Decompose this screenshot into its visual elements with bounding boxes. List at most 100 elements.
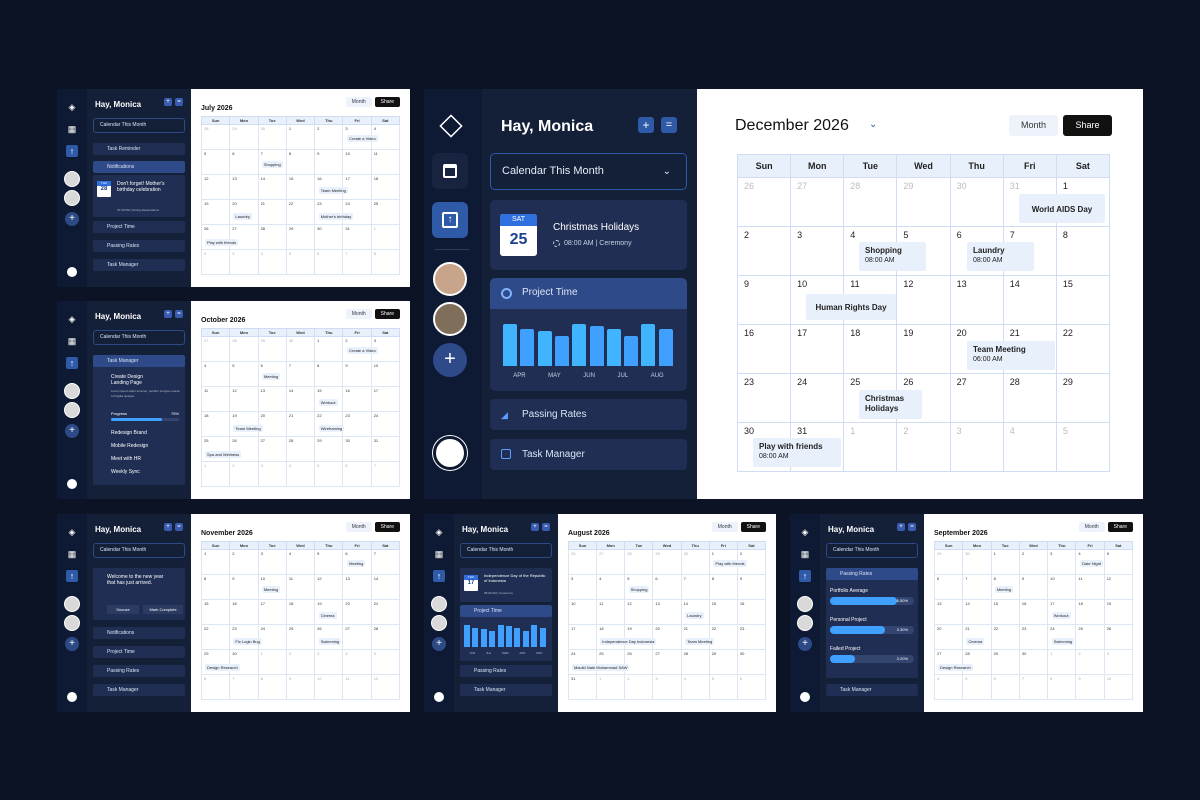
day-cell[interactable]: 20 xyxy=(652,624,682,650)
day-cell[interactable]: 2 xyxy=(314,124,344,150)
day-cell[interactable]: 8 xyxy=(1055,226,1111,276)
avatar[interactable] xyxy=(431,615,447,631)
share-button[interactable]: Share xyxy=(1063,115,1112,136)
day-cell[interactable]: 7 xyxy=(370,461,401,487)
day-cell[interactable]: 5 xyxy=(1055,422,1111,472)
day-cell[interactable]: 22 xyxy=(990,624,1020,650)
add-button[interactable]: + xyxy=(638,117,654,133)
day-cell[interactable]: 3 xyxy=(1103,649,1134,675)
day-cell[interactable]: 4 xyxy=(285,461,316,487)
day-cell[interactable]: 27 xyxy=(257,436,287,462)
day-cell[interactable]: 6 xyxy=(990,674,1020,700)
add-button[interactable]: + xyxy=(164,98,172,106)
day-cell[interactable]: 10 xyxy=(370,361,401,387)
event-chip[interactable]: Create a Video xyxy=(347,135,378,142)
day-cell[interactable]: 6 xyxy=(229,149,259,175)
day-cell[interactable]: 5 xyxy=(314,461,344,487)
day-cell[interactable]: 14 xyxy=(257,174,287,200)
event-human-rights[interactable]: Human Rights Day xyxy=(806,294,896,320)
event-card[interactable]: SAT 25 Christmas Holidays 08:00 AM | Cer… xyxy=(490,200,687,270)
upload-icon[interactable]: ↑ xyxy=(799,570,811,582)
day-cell[interactable]: 19 xyxy=(229,411,259,437)
add-user-button[interactable]: + xyxy=(433,343,467,377)
day-cell[interactable]: 16 xyxy=(736,599,767,625)
avatar[interactable] xyxy=(797,596,813,612)
day-cell[interactable]: 29 xyxy=(1055,373,1111,423)
day-cell[interactable]: 26 xyxy=(314,624,344,650)
user-avatar-2[interactable] xyxy=(433,302,467,336)
day-cell[interactable]: 15 xyxy=(708,599,738,625)
day-cell[interactable]: 8 xyxy=(257,674,287,700)
day-cell[interactable]: 6 xyxy=(933,574,964,600)
day-cell[interactable]: 12 xyxy=(229,386,259,412)
day-cell[interactable]: 2 xyxy=(896,422,951,472)
event-chip[interactable]: Maulid Nabi Muhammad SAW xyxy=(572,664,630,671)
day-cell[interactable]: 13 xyxy=(949,275,1004,325)
day-cell[interactable]: 10 xyxy=(1047,574,1077,600)
day-cell[interactable]: 22 xyxy=(285,199,316,225)
day-cell[interactable]: 6 xyxy=(342,461,372,487)
day-cell[interactable]: 30 xyxy=(949,177,1004,227)
day-cell[interactable]: 9 xyxy=(1075,674,1105,700)
month-button[interactable]: Month xyxy=(1009,115,1058,136)
day-cell[interactable]: 5 xyxy=(229,361,259,387)
day-cell[interactable]: 25 xyxy=(370,199,401,225)
day-cell[interactable]: 18 xyxy=(200,411,231,437)
avatar[interactable] xyxy=(797,615,813,631)
day-cell[interactable]: 29 xyxy=(990,649,1020,675)
day-cell[interactable]: 2 xyxy=(200,249,231,275)
day-cell[interactable]: 25 xyxy=(285,624,316,650)
share-button[interactable]: Share xyxy=(374,97,400,107)
day-cell[interactable]: 9 xyxy=(736,574,767,600)
day-cell[interactable]: 7 xyxy=(1018,674,1049,700)
day-cell[interactable]: 15 xyxy=(990,599,1020,625)
day-cell[interactable]: 23 xyxy=(1018,624,1049,650)
day-cell[interactable]: 8 xyxy=(314,361,344,387)
task-item[interactable]: Meet with HR xyxy=(111,456,141,462)
event-chip[interactable]: Team Meeting xyxy=(233,425,263,432)
day-cell[interactable]: 12 xyxy=(314,574,344,600)
day-cell[interactable]: 28 xyxy=(257,224,287,250)
day-cell[interactable]: 3 xyxy=(314,649,344,675)
day-cell[interactable]: 4 xyxy=(680,674,710,700)
calendar-select[interactable]: Calendar This Month ⌄ xyxy=(490,153,687,190)
day-cell[interactable]: 18 xyxy=(1075,599,1105,625)
day-cell[interactable]: 9 xyxy=(736,275,792,325)
day-cell[interactable]: 27 xyxy=(790,177,845,227)
avatar[interactable] xyxy=(431,596,447,612)
day-cell[interactable]: 26 xyxy=(624,649,654,675)
day-cell[interactable]: 18 xyxy=(285,599,316,625)
day-cell[interactable]: 24 xyxy=(257,624,287,650)
task-item[interactable]: Weekly Sync xyxy=(111,469,140,475)
day-cell[interactable]: 14 xyxy=(1002,275,1057,325)
calendar-select[interactable]: Calendar This Month xyxy=(460,543,552,558)
day-cell[interactable]: 13 xyxy=(652,599,682,625)
day-cell[interactable]: 25 xyxy=(1075,624,1105,650)
day-cell[interactable]: 29 xyxy=(708,649,738,675)
profile-avatar[interactable] xyxy=(65,477,79,491)
day-cell[interactable]: 1 xyxy=(200,549,231,575)
avatar[interactable] xyxy=(64,383,80,399)
day-cell[interactable]: 8 xyxy=(285,149,316,175)
avatar[interactable] xyxy=(64,190,80,206)
day-cell[interactable]: 13 xyxy=(257,386,287,412)
calendar-nav-button[interactable] xyxy=(432,153,468,189)
day-cell[interactable]: 6 xyxy=(200,674,231,700)
calendar-icon[interactable]: ▦ xyxy=(66,548,78,560)
event-chip[interactable]: Meeting xyxy=(994,586,1014,593)
event-chip[interactable]: Wireframing xyxy=(318,425,345,432)
day-cell[interactable]: 8 xyxy=(708,574,738,600)
calendar-select[interactable]: Calendar This Month xyxy=(93,330,185,345)
menu-button[interactable]: = xyxy=(908,523,916,531)
day-cell[interactable]: 4 xyxy=(285,549,316,575)
day-cell[interactable]: 1 xyxy=(990,549,1020,575)
add-user-button[interactable]: + xyxy=(65,637,79,651)
day-cell[interactable]: 1 xyxy=(314,336,344,362)
day-cell[interactable]: 9 xyxy=(342,361,372,387)
day-cell[interactable]: 9 xyxy=(285,674,316,700)
add-button[interactable]: + xyxy=(164,310,172,318)
event-chip[interactable]: Fix Login Bug xyxy=(233,638,262,645)
day-cell[interactable]: 16 xyxy=(342,386,372,412)
day-cell[interactable]: 30 xyxy=(962,549,992,575)
day-cell[interactable]: 10 xyxy=(314,674,344,700)
